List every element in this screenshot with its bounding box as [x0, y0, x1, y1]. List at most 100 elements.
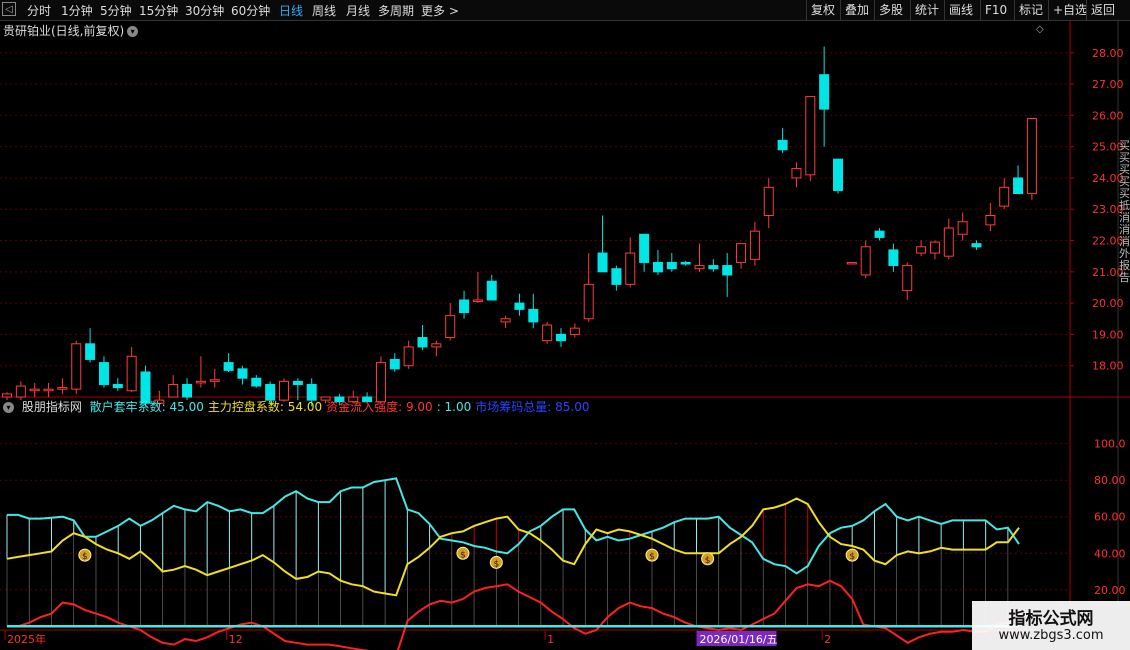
- candle-body: [971, 243, 982, 248]
- candle-body: [71, 343, 82, 390]
- candle-body: [680, 261, 691, 265]
- money-bag-icon-glyph: $: [705, 556, 711, 566]
- candle-body: [209, 379, 220, 382]
- candle-body: [85, 343, 96, 360]
- candle-body: [126, 355, 137, 392]
- candle-body: [805, 96, 816, 176]
- watermark-title: 指标公式网: [1008, 609, 1094, 629]
- price-tick-label: 26.00: [1092, 109, 1124, 122]
- chevron-down-icon[interactable]: ▾: [127, 26, 139, 37]
- candle-body: [1026, 117, 1037, 195]
- indicator-legend-item: 主力控盘系数: 54.00: [207, 400, 323, 414]
- candle-body: [195, 380, 206, 384]
- candle-body: [556, 333, 566, 342]
- indicator-line-0: [7, 477, 1020, 575]
- diamond-icon[interactable]: ◇: [1036, 24, 1044, 35]
- candle-body: [652, 261, 663, 273]
- price-tick-label: 20.00: [1092, 297, 1124, 310]
- candle-body: [292, 380, 303, 385]
- candle-body: [459, 299, 470, 314]
- candle-body: [251, 377, 262, 387]
- candle-body: [417, 337, 428, 348]
- candle-body: [431, 343, 442, 348]
- candle-body: [694, 265, 705, 270]
- candle-body: [389, 358, 400, 370]
- candle-body: [223, 362, 234, 371]
- chart-canvas[interactable]: 18.0019.0020.0021.0022.0023.0024.0025.00…: [0, 0, 1130, 650]
- candle-body: [777, 139, 788, 151]
- time-axis-label: 2025年: [7, 632, 46, 646]
- candle-body: [445, 315, 456, 339]
- price-tick-label: 18.00: [1092, 360, 1124, 373]
- candle-body: [763, 186, 774, 217]
- candle-body: [403, 346, 414, 367]
- money-bag-icon-glyph: $: [649, 552, 655, 562]
- indicator-tick-label: 20.00: [1094, 584, 1126, 597]
- money-bag-icon-glyph: $: [82, 552, 88, 562]
- candle-body: [985, 215, 996, 226]
- stock-title[interactable]: 贵研铂业(日线,前复权) ▾: [3, 22, 139, 39]
- right-side-labels: 买买买买买 抵消消消 外 报 告: [1119, 139, 1130, 284]
- candle-body: [846, 261, 857, 265]
- time-axis-label: 2026/01/16/五: [700, 633, 778, 646]
- candle-body: [819, 74, 830, 110]
- price-tick-label: 28.00: [1092, 47, 1124, 60]
- candle-body: [1013, 177, 1024, 195]
- time-axis-label: 2: [824, 633, 831, 646]
- candle-body: [888, 249, 899, 267]
- candle-body: [98, 362, 109, 385]
- indicator-line-2: [7, 579, 1020, 650]
- indicator-legend-item: : 1.00: [436, 400, 472, 414]
- price-tick-label: 19.00: [1092, 328, 1124, 341]
- money-bag-icon-glyph: $: [493, 559, 499, 569]
- time-axis-label: 12: [229, 633, 243, 646]
- time-axis-label: 1: [547, 633, 554, 646]
- indicator-line-1: [6, 497, 1020, 597]
- candle-body: [597, 252, 608, 273]
- candle-body: [514, 302, 525, 310]
- money-bag-icon-glyph: $: [460, 550, 466, 560]
- indicator-tick-label: 60.00: [1094, 511, 1126, 524]
- money-bag-icon-glyph: $: [849, 552, 855, 562]
- candle-body: [542, 324, 553, 342]
- candle-body: [639, 233, 650, 263]
- candle-body: [999, 186, 1010, 207]
- indicator-tick-label: 40.00: [1094, 547, 1126, 560]
- candle-body: [929, 241, 940, 254]
- watermark-url: www.zbgs3.com: [998, 628, 1104, 643]
- indicator-legend: ▾ 股朋指标网 散户套牢系数: 45.00 主力控盘系数: 54.00 资金流入强度…: [3, 398, 597, 415]
- candle-body: [860, 246, 871, 276]
- indicator-legend-item: 市场筹码总量: 85.00: [475, 400, 590, 414]
- chevron-down-icon[interactable]: ▾: [3, 402, 14, 413]
- indicator-tick-label: 100.0: [1094, 438, 1126, 451]
- candle-body: [583, 283, 594, 320]
- indicator-legend-item: 散户套牢系数: 45.00: [89, 400, 204, 414]
- candle-body: [943, 227, 954, 257]
- candle-body: [528, 308, 539, 323]
- candle-body: [57, 387, 68, 390]
- indicator-legend-item: 资金流入强度: 9.00: [326, 400, 433, 414]
- watermark: 指标公式网 www.zbgs3.com: [972, 601, 1130, 650]
- candle-body: [472, 299, 483, 302]
- candle-body: [874, 230, 885, 238]
- stock-title-text: 贵研铂业(日线,前复权): [3, 24, 125, 38]
- candle-body: [237, 368, 248, 379]
- candle-body: [708, 265, 719, 270]
- candle-body: [916, 246, 927, 254]
- candle-body: [902, 265, 913, 292]
- candle-body: [749, 230, 760, 260]
- candle-body: [833, 158, 843, 191]
- candle-body: [666, 261, 677, 270]
- candle-body: [182, 383, 193, 398]
- candle-body: [486, 280, 497, 301]
- candle-body: [625, 252, 636, 285]
- candle-body: [2, 393, 12, 398]
- candle-body: [43, 388, 54, 392]
- candle-body: [15, 385, 26, 398]
- indicator-name[interactable]: 股朋指标网: [22, 400, 82, 414]
- candle-body: [611, 268, 622, 285]
- candle-body: [722, 265, 733, 276]
- price-tick-label: 27.00: [1092, 78, 1124, 91]
- indicator-tick-label: 80.00: [1094, 474, 1126, 487]
- candle-body: [29, 388, 40, 392]
